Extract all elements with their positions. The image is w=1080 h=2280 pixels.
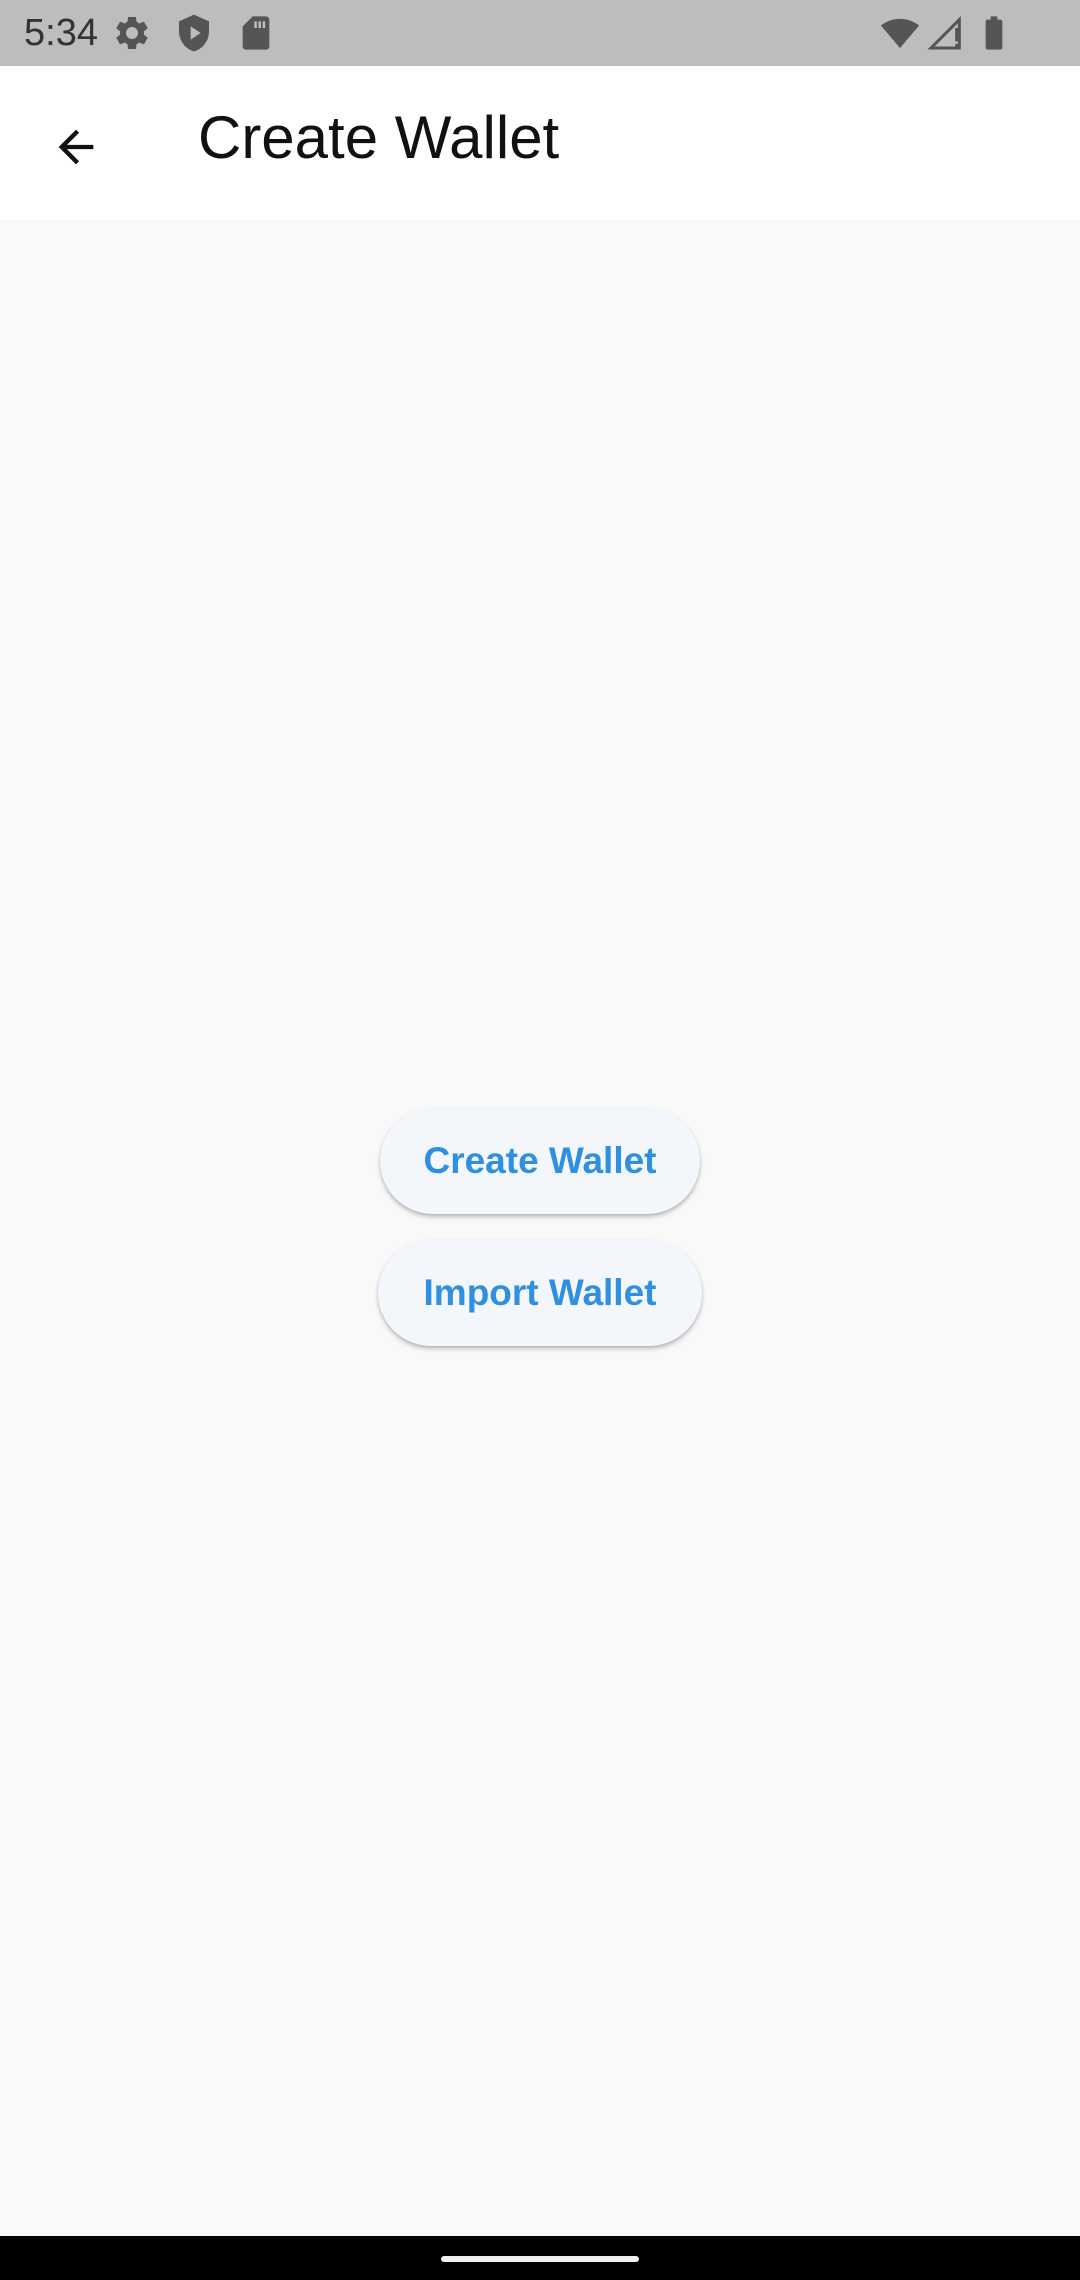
status-bar: 5:34: [0, 0, 1080, 66]
status-time: 5:34: [24, 12, 98, 54]
shield-play-icon: [179, 14, 209, 52]
wifi-icon: [880, 18, 920, 48]
back-button[interactable]: [36, 107, 116, 187]
navigation-bar: [0, 2236, 1080, 2280]
sd-card-icon: [242, 16, 270, 50]
import-wallet-button[interactable]: Import Wallet: [378, 1240, 702, 1346]
cell-signal-icon: [927, 16, 961, 50]
app-bar: Create Wallet: [0, 66, 1080, 220]
battery-icon: [985, 16, 1003, 50]
main-content: Create Wallet Import Wallet: [0, 220, 1080, 2236]
home-handle[interactable]: [441, 2256, 639, 2262]
arrow-back-icon: [58, 129, 94, 165]
page-title: Create Wallet: [198, 104, 560, 171]
settings-icon: [116, 16, 148, 49]
create-wallet-button[interactable]: Create Wallet: [380, 1108, 700, 1214]
